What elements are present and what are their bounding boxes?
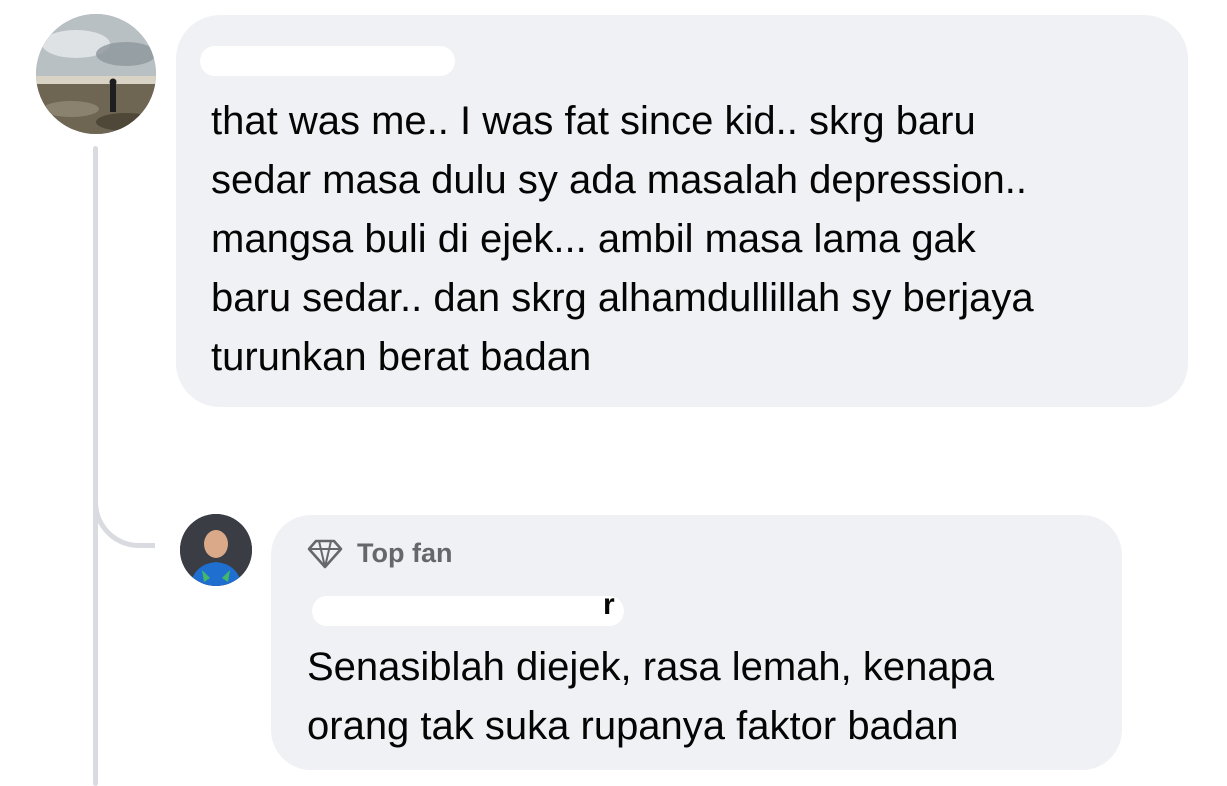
reply-connector-elbow	[93, 430, 155, 548]
top-fan-label: Top fan	[357, 538, 453, 568]
reply-author-avatar[interactable]	[180, 514, 252, 586]
top-fan-badge[interactable]: Top fan	[307, 538, 452, 569]
reply-text: Senasiblah diejek, rasa lemah, kenapa or…	[307, 645, 995, 748]
diamond-icon	[307, 539, 343, 568]
person-photo-avatar-image	[180, 514, 252, 586]
commenter-avatar[interactable]	[36, 14, 156, 134]
reply-author-name-fragment[interactable]: r	[603, 588, 615, 622]
comment-thread: that was me.. I was fat since kid.. skrg…	[0, 0, 1227, 786]
redacted-author-name	[200, 46, 455, 76]
comment-text: that was me.. I was fat since kid.. skrg…	[211, 99, 1034, 379]
redacted-reply-author-name	[312, 596, 624, 626]
beach-photo-avatar-image	[36, 14, 156, 134]
